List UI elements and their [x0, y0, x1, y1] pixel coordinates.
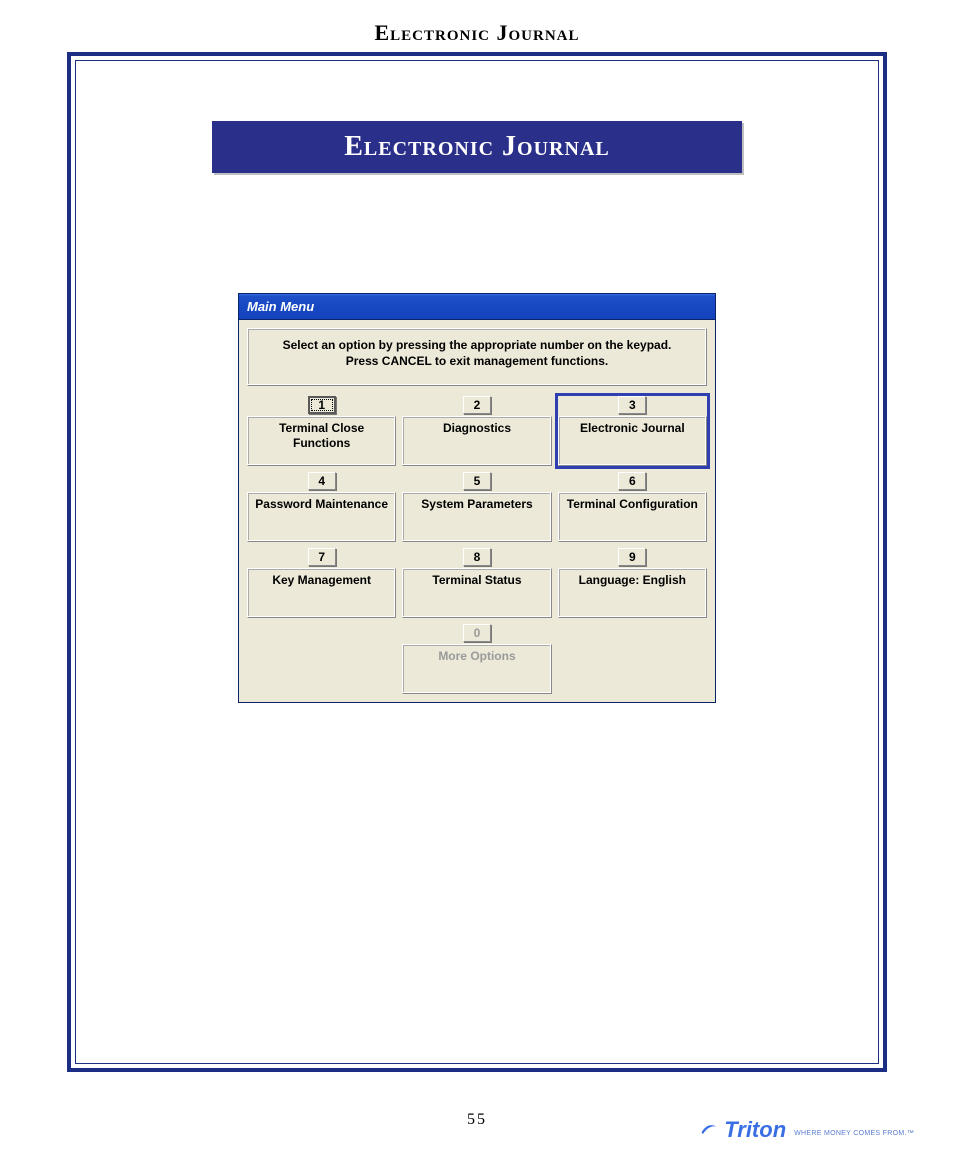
keypad-button-1[interactable]: 1 [308, 396, 336, 414]
window-titlebar: Main Menu [239, 294, 715, 320]
document-page: Electronic Journal Electronic Journal Ma… [0, 0, 954, 1159]
menu-cell-0: 0 More Options [402, 624, 551, 694]
instruction-line-1: Select an option by pressing the appropr… [254, 337, 700, 353]
keypad-button-8[interactable]: 8 [463, 548, 491, 566]
menu-grid: 1 Terminal Close Functions 2 Diagnostics… [247, 396, 707, 694]
keypad-button-5[interactable]: 5 [463, 472, 491, 490]
menu-label-password-maintenance[interactable]: Password Maintenance [247, 492, 396, 542]
window-client-area: Select an option by pressing the appropr… [239, 320, 715, 702]
highlight-electronic-journal: 3 Electronic Journal [555, 393, 710, 469]
menu-cell-3: 3 Electronic Journal [558, 396, 707, 466]
keypad-button-9[interactable]: 9 [618, 548, 646, 566]
menu-cell-9: 9 Language: English [558, 548, 707, 618]
main-menu-window: Main Menu Select an option by pressing t… [238, 293, 716, 703]
menu-cell-7: 7 Key Management [247, 548, 396, 618]
menu-label-key-management[interactable]: Key Management [247, 568, 396, 618]
menu-cell-2: 2 Diagnostics [402, 396, 551, 466]
keypad-button-4[interactable]: 4 [308, 472, 336, 490]
menu-label-language[interactable]: Language: English [558, 568, 707, 618]
menu-label-system-parameters[interactable]: System Parameters [402, 492, 551, 542]
keypad-button-2[interactable]: 2 [463, 396, 491, 414]
footer-brand-text: Triton [724, 1117, 786, 1143]
brand-swoosh-icon [700, 1117, 718, 1135]
instruction-line-2: Press CANCEL to exit management function… [254, 353, 700, 369]
page-header: Electronic Journal [0, 20, 954, 46]
menu-cell-8: 8 Terminal Status [402, 548, 551, 618]
footer-tagline: WHERE MONEY COMES FROM.™ [794, 1130, 914, 1137]
page-inner-border: Electronic Journal Main Menu Select an o… [75, 60, 879, 1064]
section-title-banner: Electronic Journal [212, 121, 742, 173]
keypad-button-7[interactable]: 7 [308, 548, 336, 566]
menu-cell-6: 6 Terminal Configuration [558, 472, 707, 542]
footer-brand-logo: Triton WHERE MONEY COMES FROM.™ [700, 1117, 914, 1143]
menu-label-diagnostics[interactable]: Diagnostics [402, 416, 551, 466]
menu-label-more-options: More Options [402, 644, 551, 694]
keypad-button-6[interactable]: 6 [618, 472, 646, 490]
page-outer-border: Electronic Journal Main Menu Select an o… [67, 52, 887, 1072]
menu-cell-5: 5 System Parameters [402, 472, 551, 542]
instruction-panel: Select an option by pressing the appropr… [247, 328, 707, 386]
menu-label-terminal-status[interactable]: Terminal Status [402, 568, 551, 618]
menu-cell-4: 4 Password Maintenance [247, 472, 396, 542]
menu-label-electronic-journal[interactable]: Electronic Journal [558, 416, 707, 466]
keypad-button-0: 0 [463, 624, 491, 642]
menu-label-terminal-configuration[interactable]: Terminal Configuration [558, 492, 707, 542]
menu-label-terminal-close[interactable]: Terminal Close Functions [247, 416, 396, 466]
menu-cell-1: 1 Terminal Close Functions [247, 396, 396, 466]
keypad-button-3[interactable]: 3 [618, 396, 646, 414]
